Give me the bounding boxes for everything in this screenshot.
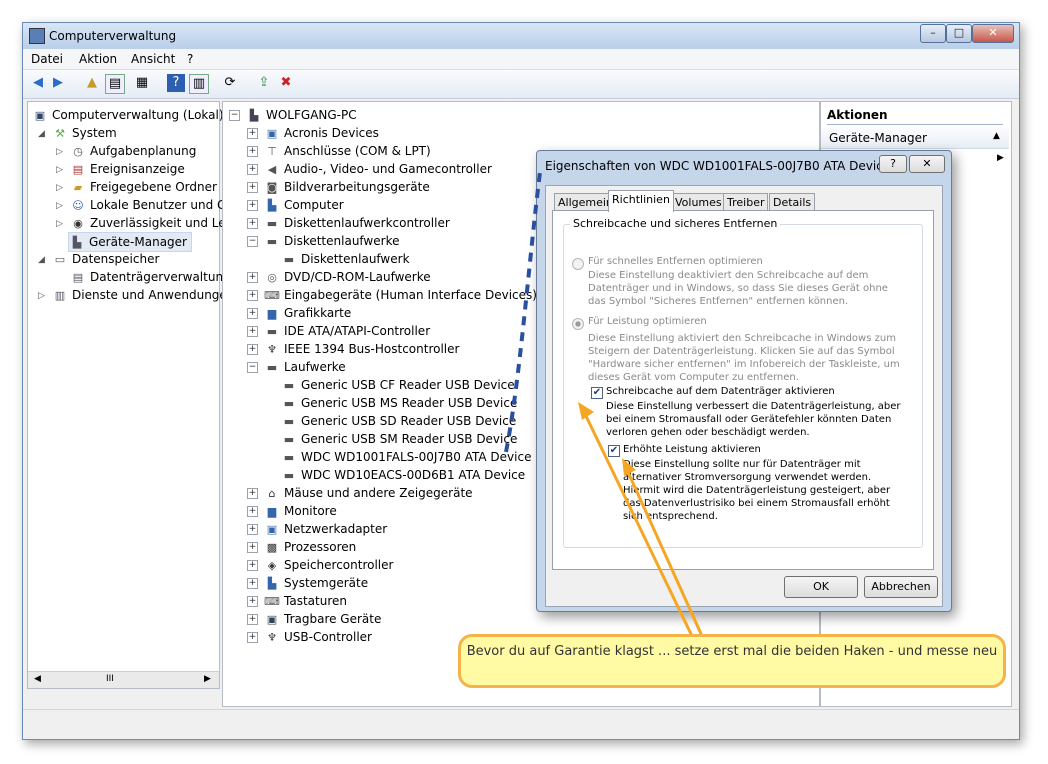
annotation-callout: Bevor du auf Garantie klagst ... setze e… [458,634,1006,688]
arrowhead-2-icon [622,458,636,476]
callout-arrow-1 [584,415,694,637]
arrowhead-1-icon [578,402,594,420]
callout-arrow-2 [626,471,704,637]
dashed-link-line [504,171,542,453]
tab-richtlinien[interactable]: Richtlinien [608,190,674,212]
